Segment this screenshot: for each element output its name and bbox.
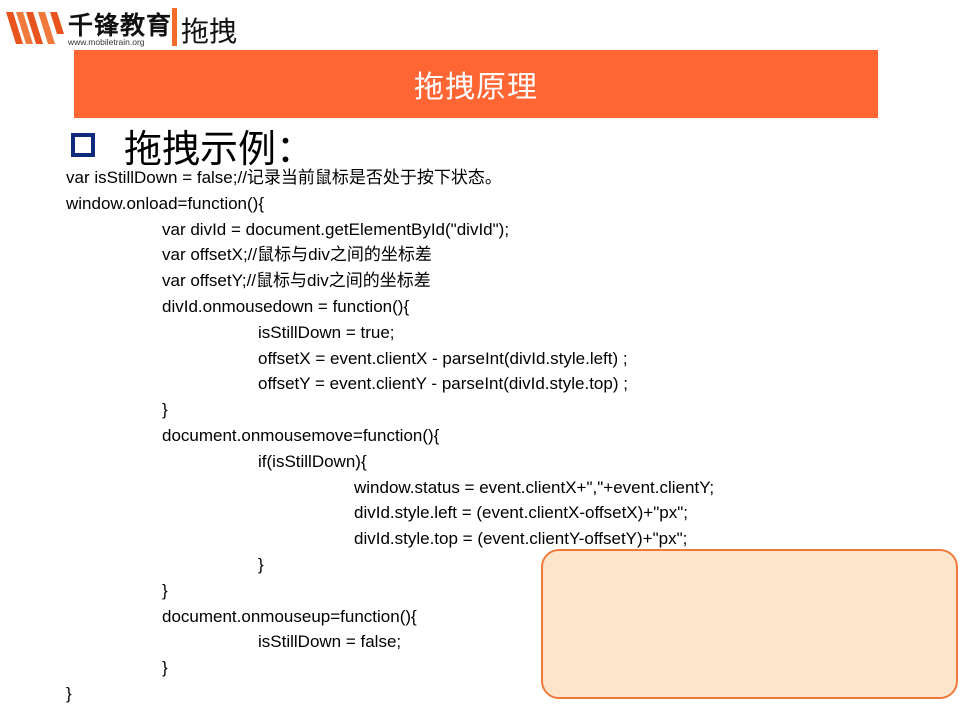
code-line: var offsetX;//鼠标与div之间的坐标差 [162,245,432,265]
code-line: document.onmousemove=function(){ [162,425,440,445]
header-divider [172,8,177,46]
code-line: } [162,400,168,420]
callout-box [541,549,958,699]
code-line: divId.onmousedown = function(){ [162,296,410,316]
square-bullet-icon [71,133,95,157]
code-line: offsetX = event.clientX - parseInt(divId… [258,348,628,368]
code-line: offsetY = event.clientY - parseInt(divId… [258,374,628,394]
code-line: isStillDown = true; [258,322,395,342]
code-line: window.onload=function(){ [66,193,264,213]
code-line: divId.style.left = (event.clientX-offset… [354,503,688,523]
code-line: if(isStillDown){ [258,451,367,471]
title-banner: 拖拽原理 [74,50,878,118]
brand-url: www.mobiletrain.org [68,37,145,47]
code-line: var isStillDown = false;//记录当前鼠标是否处于按下状态… [66,168,502,187]
code-line: window.status = event.clientX+","+event.… [354,477,715,497]
code-line: var divId = document.getElementById("div… [162,219,510,239]
banner-title: 拖拽原理 [414,70,538,105]
code-line: var offsetY;//鼠标与div之间的坐标差 [162,271,431,291]
mobiletrain-logo-icon [6,12,64,44]
header-title: 拖拽 [181,15,238,48]
